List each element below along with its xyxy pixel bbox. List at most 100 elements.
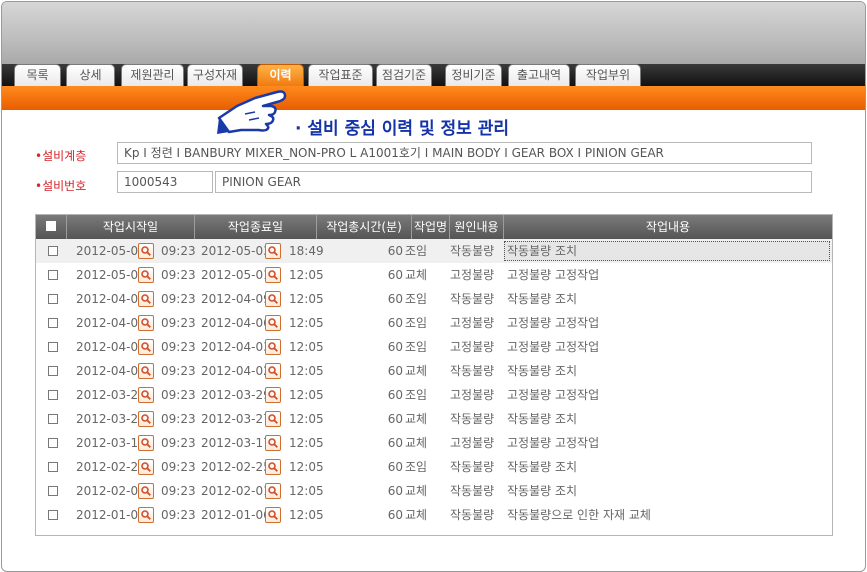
total-minutes: 60: [387, 364, 403, 378]
magnifier-icon[interactable]: [265, 315, 281, 331]
work-content: 작동불량 조치: [507, 292, 578, 306]
row-checkbox[interactable]: [48, 486, 58, 496]
table-row[interactable]: 2012-04-03 09:23 2012-04-03 12:05 60 조임 고정불량 고정…: [36, 335, 832, 359]
table-row[interactable]: 2012-02-01 09:23 2012-02-01 12:05 60 교체 작동불량 작동…: [36, 479, 832, 503]
magnifier-icon[interactable]: [265, 363, 281, 379]
row-checkbox[interactable]: [48, 366, 58, 376]
magnifier-icon[interactable]: [265, 483, 281, 499]
table-row[interactable]: 2012-05-03 09:23 2012-05-03 18:49 60 조임 작동불량 작동…: [36, 239, 832, 263]
row-checkbox[interactable]: [48, 318, 58, 328]
work-name: 교체: [405, 436, 428, 450]
magnifier-icon[interactable]: [138, 483, 154, 499]
work-content: 작동불량 조치: [507, 412, 578, 426]
tab-10[interactable]: 작업부위: [575, 64, 641, 86]
work-content: 고정불량 고정작업: [507, 388, 600, 402]
magnifier-icon[interactable]: [138, 315, 154, 331]
table-row[interactable]: 2012-03-27 09:23 2012-03-27 12:05 60 교체 작동불량 작동…: [36, 407, 832, 431]
header-start[interactable]: 작업시작일: [67, 215, 195, 239]
magnifier-icon[interactable]: [138, 243, 154, 259]
work-name: 조임: [405, 244, 428, 258]
work-name: 교체: [405, 268, 428, 282]
cause: 작동불량: [450, 244, 495, 258]
tab-3[interactable]: 제원관리: [121, 64, 184, 86]
section-headline: · 설비 중심 이력 및 정보 관리: [295, 119, 510, 139]
table-row[interactable]: 2012-02-25 09:23 2012-02-25 12:05 60 조임 작동불량 작동…: [36, 455, 832, 479]
tab-9[interactable]: 출고내역: [508, 64, 570, 86]
header-cause[interactable]: 원인내용: [450, 215, 504, 239]
magnifier-icon[interactable]: [138, 459, 154, 475]
magnifier-icon[interactable]: [138, 363, 154, 379]
hierarchy-field[interactable]: Kp I 정련 I BANBURY MIXER_NON-PRO L A1001호…: [117, 142, 812, 164]
magnifier-icon[interactable]: [138, 339, 154, 355]
tab-7[interactable]: 점검기준: [376, 64, 432, 86]
total-minutes: 60: [387, 388, 403, 402]
start-date: 2012-02-01: [76, 484, 146, 498]
magnifier-icon[interactable]: [265, 507, 281, 523]
start-date: 2012-02-25: [76, 460, 146, 474]
row-checkbox[interactable]: [48, 294, 58, 304]
table-row[interactable]: 2012-01-06 09:23 2012-01-06 12:05 60 교체 작동불량 작동…: [36, 503, 832, 527]
equipment-number-field[interactable]: 1000543: [117, 171, 213, 193]
magnifier-icon[interactable]: [138, 411, 154, 427]
start-date: 2012-01-06: [76, 508, 146, 522]
tab-4[interactable]: 구성자재: [187, 64, 243, 86]
start-time: 09:23: [161, 412, 196, 426]
start-date: 2012-04-06: [76, 316, 146, 330]
magnifier-icon[interactable]: [138, 291, 154, 307]
tab-5[interactable]: 이력: [257, 64, 304, 86]
start-date: 2012-04-03: [76, 340, 146, 354]
work-name: 교체: [405, 508, 428, 522]
cause: 작동불량: [450, 508, 495, 522]
start-date: 2012-03-27: [76, 412, 146, 426]
magnifier-icon[interactable]: [138, 435, 154, 451]
tab-2[interactable]: 상세: [66, 64, 115, 86]
magnifier-icon[interactable]: [138, 267, 154, 283]
total-minutes: 60: [387, 436, 403, 450]
row-checkbox[interactable]: [48, 246, 58, 256]
magnifier-icon[interactable]: [138, 507, 154, 523]
row-checkbox[interactable]: [48, 510, 58, 520]
row-checkbox[interactable]: [48, 438, 58, 448]
table-row[interactable]: 2012-04-06 09:23 2012-04-06 12:05 60 조임 고정불량 고정…: [36, 311, 832, 335]
magnifier-icon[interactable]: [265, 435, 281, 451]
hierarchy-label: •설비계층: [35, 149, 87, 163]
header-end[interactable]: 작업종료일: [195, 215, 317, 239]
row-checkbox[interactable]: [48, 462, 58, 472]
equipment-name-field[interactable]: PINION GEAR: [215, 171, 812, 193]
table-row[interactable]: 2012-03-29 09:23 2012-03-29 12:05 60 조임 고정불량 고정…: [36, 383, 832, 407]
end-date: 2012-05-01: [201, 268, 271, 282]
total-minutes: 60: [387, 412, 403, 426]
magnifier-icon[interactable]: [138, 387, 154, 403]
table-row[interactable]: 2012-04-09 09:23 2012-04-09 12:05 60 조임 작동불량 작동…: [36, 287, 832, 311]
work-name: 교체: [405, 412, 428, 426]
tab-8[interactable]: 정비기준: [445, 64, 502, 86]
magnifier-icon[interactable]: [265, 291, 281, 307]
row-checkbox[interactable]: [48, 342, 58, 352]
tab-1[interactable]: 목록: [14, 64, 61, 86]
cause: 작동불량: [450, 484, 495, 498]
start-time: 09:23: [161, 244, 196, 258]
select-all-checkbox[interactable]: [46, 221, 56, 231]
work-content: 작동불량 조치: [507, 484, 578, 498]
magnifier-icon[interactable]: [265, 387, 281, 403]
row-checkbox[interactable]: [48, 414, 58, 424]
tab-6[interactable]: 작업표준: [308, 64, 373, 86]
header-work-name[interactable]: 작업명: [412, 215, 450, 239]
magnifier-icon[interactable]: [265, 459, 281, 475]
magnifier-icon[interactable]: [265, 267, 281, 283]
magnifier-icon[interactable]: [265, 411, 281, 427]
magnifier-icon[interactable]: [265, 339, 281, 355]
table-row[interactable]: 2012-04-02 09:23 2012-04-02 12:05 60 교체 작동불량 작동…: [36, 359, 832, 383]
end-date: 2012-01-06: [201, 508, 271, 522]
row-checkbox[interactable]: [48, 270, 58, 280]
header-content[interactable]: 작업내용: [504, 215, 832, 239]
magnifier-icon[interactable]: [265, 243, 281, 259]
header-total-time[interactable]: 작업총시간(분): [317, 215, 412, 239]
start-date: 2012-03-17: [76, 436, 146, 450]
work-name: 교체: [405, 364, 428, 378]
table-row[interactable]: 2012-03-17 09:23 2012-03-17 12:05 60 교체 고정불량 고정…: [36, 431, 832, 455]
work-name: 조임: [405, 388, 428, 402]
start-date: 2012-03-29: [76, 388, 146, 402]
table-row[interactable]: 2012-05-01 09:23 2012-05-01 12:05 60 교체 고정불량 고정…: [36, 263, 832, 287]
row-checkbox[interactable]: [48, 390, 58, 400]
